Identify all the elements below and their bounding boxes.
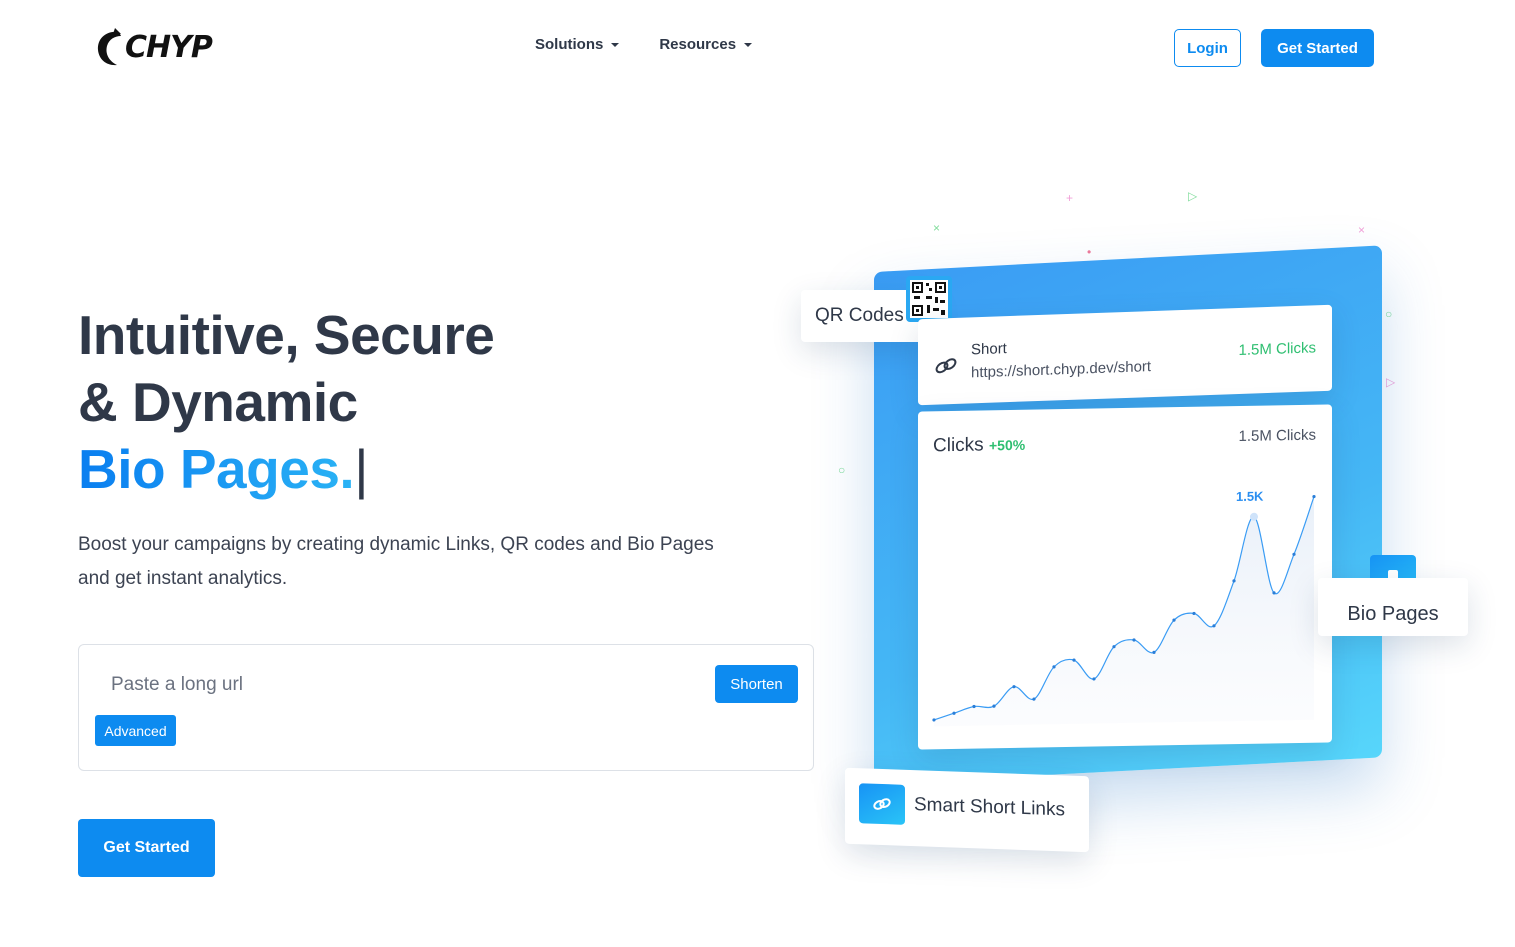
dot-decoration-icon: • bbox=[1087, 245, 1092, 259]
hero-illustration: + ▷ × • × • ○ ▷ ○ QR Codes Short https:/… bbox=[790, 180, 1490, 880]
cross-decoration-icon: × bbox=[1358, 223, 1366, 237]
smart-short-links-label: Smart Short Links bbox=[914, 794, 1065, 821]
triangle-decoration-icon: ▷ bbox=[1386, 375, 1396, 389]
main-nav: Solutions Resources bbox=[535, 36, 753, 53]
clicks-line-chart: 1.5K bbox=[932, 489, 1316, 727]
short-link-url: https://short.chyp.dev/short bbox=[971, 358, 1152, 382]
chart-point bbox=[1312, 494, 1316, 499]
nav-solutions-label: Solutions bbox=[535, 36, 604, 53]
advanced-button[interactable]: Advanced bbox=[95, 715, 176, 746]
bio-pages-card: Bio Pages bbox=[1318, 578, 1468, 636]
hero-subtitle: Boost your campaigns by creating dynamic… bbox=[78, 534, 714, 589]
login-button[interactable]: Login bbox=[1174, 29, 1241, 67]
nav-resources-label: Resources bbox=[659, 36, 737, 53]
hero-title-line2: & Dynamic bbox=[78, 371, 358, 433]
chart-point bbox=[1250, 512, 1258, 521]
logo-text: CHYP bbox=[125, 30, 213, 65]
nav-solutions[interactable]: Solutions bbox=[535, 36, 620, 53]
shorten-form: Shorten Advanced bbox=[78, 644, 814, 771]
link-icon bbox=[859, 783, 905, 825]
plus-decoration-icon: + bbox=[1066, 191, 1074, 205]
circle-decoration-icon: ○ bbox=[838, 463, 846, 477]
short-link-title: Short bbox=[971, 340, 1007, 359]
qr-codes-label: QR Codes bbox=[815, 305, 904, 326]
link-icon bbox=[934, 356, 958, 382]
shorten-button[interactable]: Shorten bbox=[715, 665, 798, 703]
hero-title-line1: Intuitive, Secure bbox=[78, 304, 495, 366]
chevron-down-icon bbox=[611, 42, 620, 47]
hero-title: Intuitive, Secure & Dynamic Bio Pages.| bbox=[78, 302, 495, 503]
typing-cursor: | bbox=[354, 438, 369, 500]
cross-decoration-icon: × bbox=[933, 221, 941, 235]
long-url-input[interactable] bbox=[95, 665, 695, 705]
header-get-started-button[interactable]: Get Started bbox=[1261, 29, 1374, 67]
chart-area bbox=[934, 496, 1314, 727]
bio-pages-label: Bio Pages bbox=[1347, 603, 1439, 625]
chyp-logo[interactable]: CHYP bbox=[95, 26, 240, 68]
circle-decoration-icon: ○ bbox=[1385, 307, 1393, 321]
chart-peak-label: 1.5K bbox=[1236, 489, 1264, 504]
clicks-chart-card: Clicks +50% 1.5M Clicks 1.5K bbox=[918, 404, 1332, 750]
triangle-decoration-icon: ▷ bbox=[1188, 189, 1198, 203]
smart-short-links-card: Smart Short Links bbox=[845, 767, 1089, 853]
hero-get-started-button[interactable]: Get Started bbox=[78, 819, 215, 877]
chevron-down-icon bbox=[744, 42, 753, 47]
hero-title-accent: Bio Pages. bbox=[78, 438, 355, 500]
short-link-clicks: 1.5M Clicks bbox=[1238, 339, 1316, 360]
qr-code-icon bbox=[906, 276, 952, 322]
chart-total: 1.5M Clicks bbox=[1238, 426, 1316, 446]
nav-resources[interactable]: Resources bbox=[659, 36, 753, 53]
short-link-card: Short https://short.chyp.dev/short 1.5M … bbox=[918, 304, 1332, 406]
